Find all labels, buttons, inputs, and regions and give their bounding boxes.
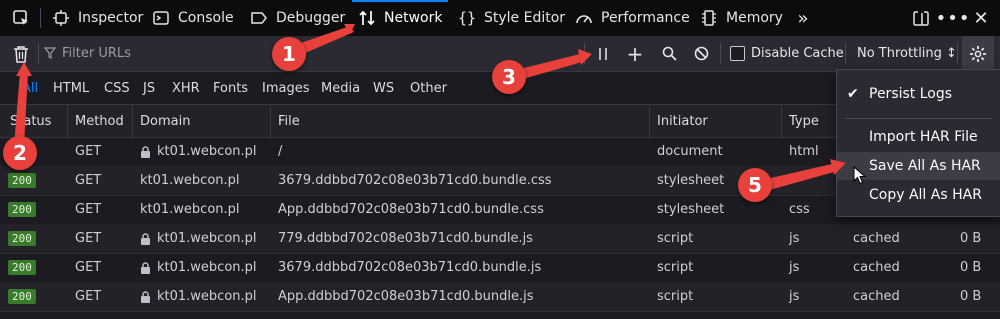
annotation-arrows (14, 24, 846, 191)
annotation-badge-2: 2 (3, 136, 37, 170)
annotation-badge-5: 5 (738, 168, 772, 202)
annotation-badge-1: 1 (272, 37, 306, 71)
annotation-badge-3: 3 (492, 60, 526, 94)
